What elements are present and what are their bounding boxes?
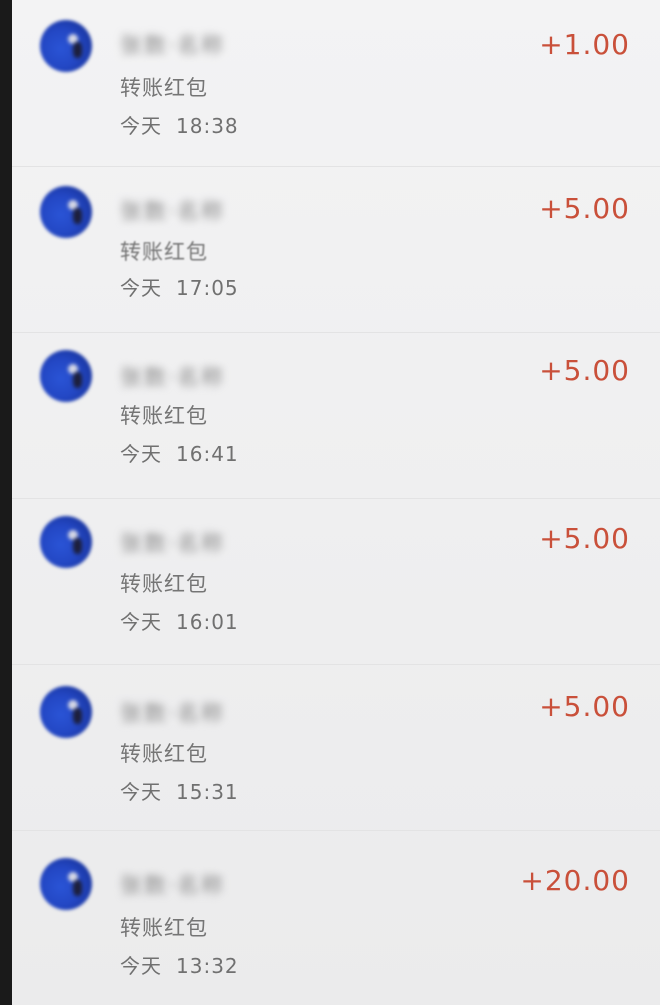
list-item[interactable]: 张数·名称 转账红包 今天 13:32 +20.00 (12, 830, 660, 996)
list-item[interactable]: 张数·名称 转账红包 今天 17:05 +5.00 (12, 166, 660, 333)
sender-name-blurred: 张数·名称 (120, 200, 225, 225)
transaction-amount: +1.00 (539, 28, 630, 61)
transaction-list: 张数·名称 转账红包 今天 18:38 +1.00 张数·名称 转账红包 今天 17… (12, 0, 660, 1005)
transaction-amount: +5.00 (539, 690, 630, 723)
avatar (40, 516, 92, 568)
transaction-time: 今天 15:31 (120, 776, 239, 805)
list-item[interactable]: 张数·名称 转账红包 今天 15:31 +5.00 (12, 664, 660, 831)
transaction-type: 转账红包 (120, 240, 208, 264)
avatar (40, 350, 92, 402)
sender-name-blurred: 张数·名称 (120, 34, 225, 59)
avatar (40, 20, 92, 72)
transaction-type: 转账红包 (120, 742, 208, 766)
time-label: 13:32 (176, 954, 239, 978)
time-label: 17:05 (176, 276, 239, 300)
list-item[interactable]: 张数·名称 转账红包 今天 16:01 +5.00 (12, 498, 660, 665)
transaction-amount: +20.00 (520, 864, 630, 897)
day-label: 今天 (120, 114, 162, 138)
list-item[interactable]: 张数·名称 转账红包 今天 16:41 +5.00 (12, 332, 660, 499)
transaction-type: 转账红包 (120, 76, 208, 100)
transaction-time: 今天 16:01 (120, 606, 239, 635)
sender-name-blurred: 张数·名称 (120, 702, 225, 727)
day-label: 今天 (120, 610, 162, 634)
time-label: 16:01 (176, 610, 239, 634)
transaction-amount: +5.00 (539, 522, 630, 555)
avatar (40, 186, 92, 238)
transaction-type: 转账红包 (120, 572, 208, 596)
time-label: 15:31 (176, 780, 239, 804)
transaction-type: 转账红包 (120, 916, 208, 940)
day-label: 今天 (120, 780, 162, 804)
transaction-time: 今天 18:38 (120, 110, 239, 139)
transaction-time: 今天 17:05 (120, 272, 239, 301)
sender-name-blurred: 张数·名称 (120, 874, 225, 899)
avatar (40, 858, 92, 910)
time-label: 18:38 (176, 114, 239, 138)
transaction-amount: +5.00 (539, 192, 630, 225)
time-label: 16:41 (176, 442, 239, 466)
day-label: 今天 (120, 276, 162, 300)
sender-name-blurred: 张数·名称 (120, 366, 225, 391)
transaction-amount: +5.00 (539, 354, 630, 387)
sender-name-blurred: 张数·名称 (120, 532, 225, 557)
list-item[interactable]: 张数·名称 转账红包 今天 18:38 +1.00 (12, 0, 660, 167)
transaction-time: 今天 13:32 (120, 950, 239, 979)
avatar (40, 686, 92, 738)
day-label: 今天 (120, 954, 162, 978)
day-label: 今天 (120, 442, 162, 466)
transaction-type: 转账红包 (120, 404, 208, 428)
transaction-time: 今天 16:41 (120, 438, 239, 467)
